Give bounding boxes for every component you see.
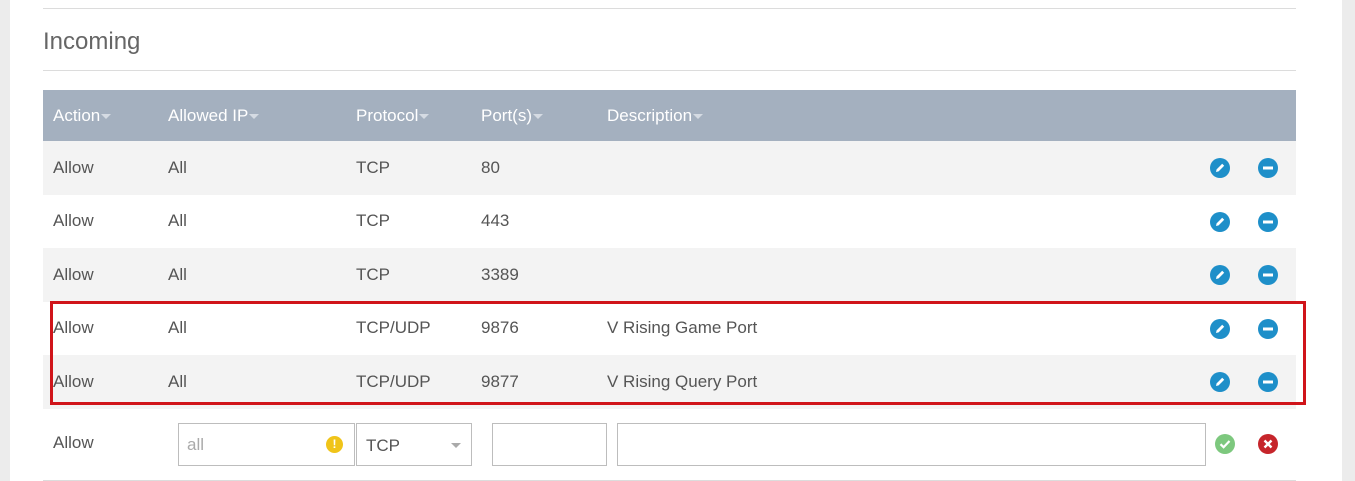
chevron-down-icon [451,443,461,448]
row-actions [1177,355,1296,409]
column-header-ports[interactable]: Port(s) [471,90,597,141]
add-rule-row: Allow ! TCP [43,405,1296,481]
minus-circle-icon[interactable] [1258,318,1278,339]
sort-caret-icon [419,113,430,119]
cell-ports: 9876 [471,301,597,355]
sort-caret-icon [533,113,543,119]
new-rule-action: Allow [53,433,94,452]
cell-ports: 443 [471,194,597,248]
cell-action: Allow [43,194,158,248]
pencil-icon[interactable] [1210,158,1231,178]
sort-caret-icon [693,113,704,119]
section-title: Incoming [43,28,141,55]
cell-description [597,194,1177,248]
cell-action: Allow [43,301,158,355]
protocol-select-value: TCP [366,436,400,455]
cell-ports: 9877 [471,355,597,409]
sort-caret-icon [249,113,260,119]
title-divider [43,70,1296,71]
cell-action: Allow [43,248,158,302]
column-header-protocol[interactable]: Protocol [346,90,471,141]
cell-ip: All [158,194,346,248]
cell-ip: All [158,248,346,302]
cell-protocol: TCP [346,141,471,195]
protocol-select[interactable]: TCP [356,423,472,466]
cell-protocol: TCP [346,194,471,248]
cell-description: V Rising Query Port [597,355,1177,409]
cell-ports: 80 [471,141,597,195]
cell-description [597,248,1177,302]
cell-ip: All [158,355,346,409]
table-row: Allow All TCP 3389 [43,248,1296,302]
ports-input[interactable] [492,423,607,466]
table-row: Allow All TCP 80 [43,141,1296,195]
cell-protocol: TCP/UDP [346,355,471,409]
top-divider [43,8,1296,9]
cell-ip: All [158,141,346,195]
row-actions [1177,301,1296,355]
cell-description: V Rising Game Port [597,301,1177,355]
row-actions [1177,248,1296,302]
table-row: Allow All TCP/UDP 9876 V Rising Game Por… [43,301,1296,355]
minus-circle-icon[interactable] [1258,211,1278,232]
table-row: Allow All TCP/UDP 9877 V Rising Query Po… [43,355,1296,409]
cell-ports: 3389 [471,248,597,302]
pencil-icon[interactable] [1210,265,1231,285]
cell-protocol: TCP/UDP [346,301,471,355]
check-icon[interactable] [1215,434,1235,454]
minus-circle-icon[interactable] [1258,265,1278,285]
cell-protocol: TCP [346,248,471,302]
table-row: Allow All TCP 443 [43,194,1296,248]
warning-icon: ! [326,436,343,453]
pencil-icon[interactable] [1210,211,1231,232]
table-header-row: Action Allowed IP Protocol Port(s) Descr… [43,90,1296,141]
sort-caret-icon [101,113,112,119]
column-header-allowed-ip[interactable]: Allowed IP [158,90,346,141]
column-header-action[interactable]: Action [43,90,158,141]
pencil-icon[interactable] [1210,372,1231,392]
cell-action: Allow [43,355,158,409]
incoming-rules-table: Action Allowed IP Protocol Port(s) Descr… [43,90,1296,409]
cell-ip: All [158,301,346,355]
minus-circle-icon[interactable] [1258,372,1278,392]
description-input[interactable] [617,423,1206,466]
minus-circle-icon[interactable] [1258,158,1278,178]
column-header-description[interactable]: Description [597,90,1177,141]
column-header-actions [1177,90,1296,141]
pencil-icon[interactable] [1210,318,1231,339]
row-actions [1177,141,1296,195]
cell-description [597,141,1177,195]
cell-action: Allow [43,141,158,195]
close-icon[interactable] [1258,434,1278,454]
row-actions [1177,194,1296,248]
